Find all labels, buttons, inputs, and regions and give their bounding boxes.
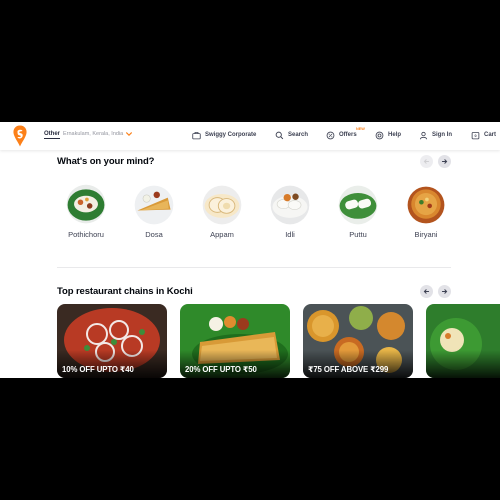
offer-label: ₹75 OFF ABOVE ₹299	[308, 365, 389, 374]
pothichoru-image	[66, 184, 106, 224]
dish-item-biryani[interactable]: Biryani	[401, 182, 451, 239]
chains-next-button[interactable]	[438, 285, 451, 298]
dish-item-appam[interactable]: Appam	[197, 182, 247, 239]
search-icon	[275, 131, 284, 139]
dish-item-pothichoru[interactable]: Pothichoru	[61, 182, 111, 239]
page-viewport: Other Ernakulam, Kerala, India Swiggy Co…	[0, 122, 500, 378]
offer-label: 10% OFF UPTO ₹40	[62, 365, 134, 374]
mind-prev-button[interactable]	[420, 155, 433, 168]
offer-label: 20% OFF UPTO ₹50	[185, 365, 257, 374]
dish-item-idli[interactable]: Idli	[265, 182, 315, 239]
section-title-mind: What's on your mind?	[57, 156, 155, 167]
arrow-left-icon	[423, 289, 430, 294]
appam-image	[202, 185, 242, 225]
top-header: Other Ernakulam, Kerala, India Swiggy Co…	[0, 122, 500, 150]
nav-cart-label: Cart	[484, 132, 497, 138]
restaurant-card[interactable]	[426, 304, 500, 378]
help-icon	[375, 131, 384, 139]
card-shade	[426, 350, 500, 378]
briefcase-icon	[192, 131, 201, 139]
nav-sign-in[interactable]: Sign In	[419, 129, 452, 141]
nav-swiggy-corporate[interactable]: Swiggy Corporate	[192, 129, 256, 141]
location-secondary[interactable]: Ernakulam, Kerala, India	[63, 131, 123, 138]
user-icon	[419, 131, 428, 139]
puttu-image	[338, 185, 378, 225]
location-primary[interactable]: Other	[44, 131, 61, 139]
offers-icon	[326, 131, 335, 139]
section-title-chains: Top restaurant chains in Kochi	[57, 286, 193, 297]
nav-help-label: Help	[388, 132, 402, 138]
arrow-left-icon	[423, 159, 430, 164]
nav-search[interactable]: Search	[275, 129, 308, 141]
nav-help[interactable]: Help	[375, 129, 401, 141]
svg-text:0: 0	[474, 134, 476, 138]
chevron-down-icon[interactable]	[125, 130, 133, 138]
dish-label: Pothichoru	[68, 230, 104, 239]
dish-item-dosa[interactable]: Dosa	[129, 182, 179, 239]
nav-cart[interactable]: 0 Cart	[471, 129, 496, 141]
biryani-image	[407, 186, 445, 224]
restaurant-card[interactable]: 20% OFF UPTO ₹50	[180, 304, 290, 378]
nav-signin-label: Sign In	[432, 132, 452, 138]
dosa-image	[134, 185, 174, 225]
swiggy-logo-icon[interactable]	[12, 125, 28, 147]
offers-new-badge: NEW	[356, 127, 365, 131]
dish-label: Puttu	[349, 230, 367, 239]
section-divider	[57, 267, 451, 268]
cart-icon: 0	[471, 131, 480, 139]
restaurant-card[interactable]: 10% OFF UPTO ₹40	[57, 304, 167, 378]
nav-offers-label: Offers	[339, 132, 357, 138]
restaurant-card[interactable]: ₹75 OFF ABOVE ₹299	[303, 304, 413, 378]
chains-prev-button[interactable]	[420, 285, 433, 298]
dish-item-puttu[interactable]: Puttu	[333, 182, 383, 239]
arrow-right-icon	[441, 159, 448, 164]
dish-label: Idli	[285, 230, 295, 239]
dish-label: Biryani	[414, 230, 438, 239]
dish-label: Appam	[210, 230, 234, 239]
mind-next-button[interactable]	[438, 155, 451, 168]
idli-image	[270, 185, 310, 225]
nav-search-label: Search	[288, 132, 309, 138]
nav-corporate-label: Swiggy Corporate	[205, 132, 257, 138]
nav-offers[interactable]: Offers	[326, 129, 357, 141]
arrow-right-icon	[441, 289, 448, 294]
dish-label: Dosa	[145, 230, 163, 239]
